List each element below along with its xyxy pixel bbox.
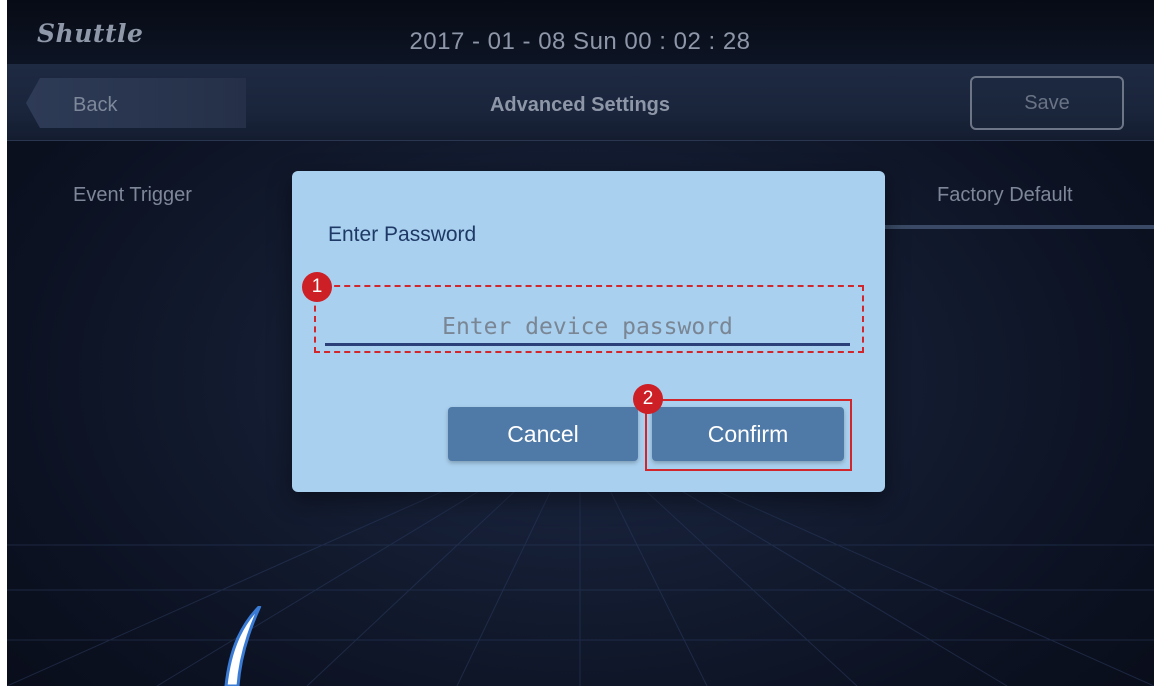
highlight-password-field — [314, 285, 864, 353]
back-button[interactable] — [26, 78, 246, 128]
confirm-button[interactable]: Confirm — [652, 407, 844, 461]
tab-event-trigger[interactable]: Event Trigger — [73, 184, 192, 207]
step-badge-1: 1 — [302, 272, 332, 302]
save-button[interactable]: Save — [970, 76, 1124, 130]
pointer-hand-icon — [224, 606, 262, 686]
dialog-title: Enter Password — [328, 223, 477, 246]
page-title: Advanced Settings — [489, 94, 671, 116]
active-tab-indicator — [885, 225, 1154, 229]
cancel-button[interactable]: Cancel — [448, 407, 638, 461]
datetime-display: 2017 - 01 - 08 Sun 00 : 02 : 28 — [409, 28, 751, 55]
brand-logo: Shuttle — [37, 19, 144, 48]
back-button-label[interactable]: Back — [73, 94, 117, 117]
tab-factory-default[interactable]: Factory Default — [937, 184, 1073, 207]
step-badge-2: 2 — [633, 384, 663, 414]
